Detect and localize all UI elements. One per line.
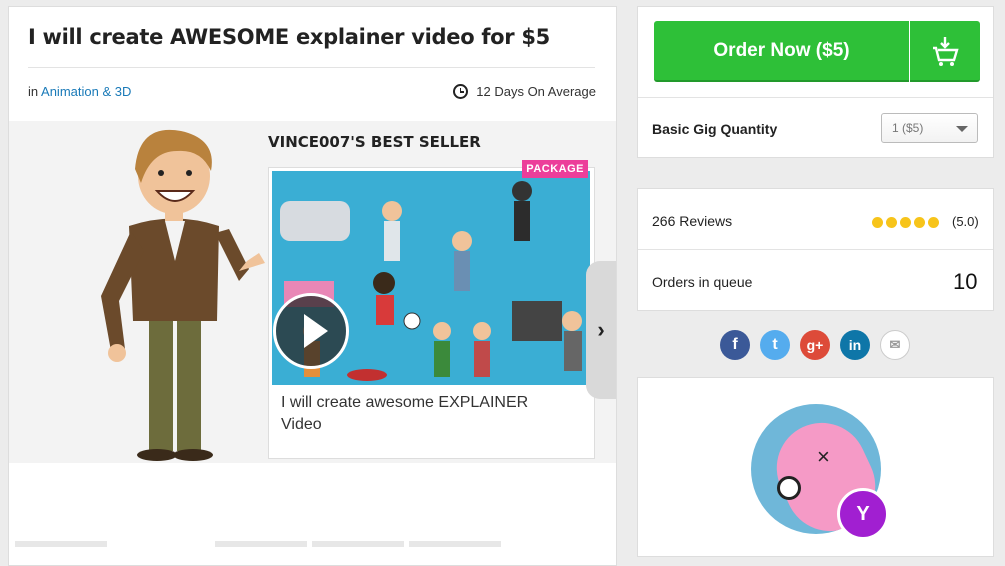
avatar-eye: × (817, 444, 830, 469)
star-rating (872, 217, 939, 228)
reviews-count[interactable]: 266 Reviews (652, 213, 732, 229)
best-seller-label: VINCE007'S BEST SELLER (268, 133, 481, 151)
category-line: in Animation & 3D (28, 84, 131, 99)
thumbnail-item[interactable] (215, 541, 307, 547)
quantity-label: Basic Gig Quantity (652, 121, 778, 137)
divider (638, 97, 993, 98)
queue-count: 10 (953, 269, 978, 294)
stats-box: 266 Reviews (5.0) Orders in queue 10 (637, 188, 994, 311)
category-prefix: in (28, 84, 39, 99)
delivery-text: 12 Days On Average (476, 84, 596, 99)
google-plus-icon[interactable]: g+ (800, 330, 830, 360)
thumbnail-item[interactable] (15, 541, 107, 547)
gig-main-panel: I will create AWESOME explainer video fo… (8, 6, 617, 566)
title-divider (28, 67, 595, 68)
star-icon (928, 217, 939, 228)
avatar-eye (777, 476, 801, 500)
quantity-selected-value: 1 ($5) (892, 121, 924, 135)
star-icon (886, 217, 897, 228)
play-icon[interactable] (273, 293, 349, 369)
gig-title: I will create AWESOME explainer video fo… (28, 25, 550, 49)
thumbnail-item[interactable] (409, 541, 501, 547)
twitter-icon[interactable]: t (760, 330, 790, 360)
star-icon (914, 217, 925, 228)
linkedin-icon[interactable]: in (840, 330, 870, 360)
star-icon (872, 217, 883, 228)
thumbnail-item[interactable] (312, 541, 404, 547)
clock-icon (453, 84, 469, 99)
queue-label: Orders in queue (652, 274, 753, 290)
star-icon (900, 217, 911, 228)
package-badge: PACKAGE (522, 160, 588, 178)
cart-download-icon[interactable] (910, 21, 980, 82)
facebook-icon[interactable]: f (720, 330, 750, 360)
thumbnail-strip[interactable] (9, 541, 616, 547)
cart-icon (933, 36, 959, 66)
quantity-select[interactable]: 1 ($5) (881, 113, 978, 143)
chevron-right-icon[interactable]: › (586, 261, 616, 399)
level-badge-icon: Y (837, 488, 889, 540)
order-now-button[interactable]: Order Now ($5) (654, 21, 909, 82)
divider (638, 249, 993, 250)
package-card-text: I will create awesome EXPLAINER Video (281, 394, 529, 433)
email-icon[interactable]: ✉ (880, 330, 910, 360)
order-box: Order Now ($5) Basic Gig Quantity 1 ($5) (637, 6, 994, 158)
category-link[interactable]: Animation & 3D (41, 84, 131, 99)
gig-media-gallery[interactable]: VINCE007'S BEST SELLER PACKAGE I will cr… (9, 121, 616, 463)
rating-value: (5.0) (952, 214, 979, 229)
delivery-time: 12 Days On Average (453, 84, 596, 99)
seller-box: × Y (637, 377, 994, 557)
chevron-down-icon (956, 126, 968, 132)
